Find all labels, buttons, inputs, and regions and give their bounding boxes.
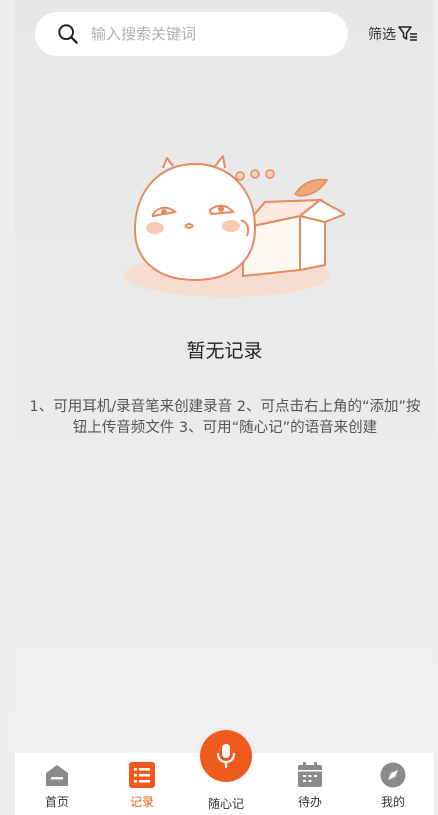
box-icon (240, 198, 345, 278)
nav-item-todo[interactable]: 待办 (280, 761, 340, 810)
filter-button[interactable]: 筛选 (368, 22, 418, 46)
nav-item-mine[interactable]: 我的 (363, 761, 423, 810)
empty-state-description: 1、可用耳机/录音笔来创建录音 2、可点击右上角的“添加”按钮上传音频文件 3、… (29, 399, 421, 436)
filter-label: 筛选 (368, 27, 396, 43)
left-edge (0, 0, 15, 815)
records-screen: 筛选 (15, 0, 434, 815)
search-input[interactable] (89, 24, 293, 44)
microphone-icon (216, 744, 236, 769)
list-icon (129, 762, 155, 788)
search-icon (58, 24, 78, 44)
nav-label-records: 记录 (129, 795, 154, 809)
home-icon (46, 765, 68, 786)
nav-label-mine: 我的 (380, 795, 405, 809)
empty-state-title: 暂无记录 (186, 340, 263, 362)
right-edge (434, 0, 438, 815)
search-bar[interactable] (35, 12, 348, 56)
nav-item-home[interactable]: 首页 (27, 761, 87, 810)
nav-label-home: 首页 (44, 795, 69, 809)
nav-item-records[interactable]: 记录 (112, 761, 172, 810)
nav-label-quick-note[interactable]: 随心记 (191, 795, 261, 812)
calendar-icon (298, 762, 322, 787)
filter-icon (398, 26, 417, 41)
compass-icon (380, 762, 406, 788)
quick-note-mic-button[interactable] (200, 730, 252, 782)
empty-state-illustration (124, 155, 345, 297)
nav-label-todo: 待办 (297, 795, 322, 809)
